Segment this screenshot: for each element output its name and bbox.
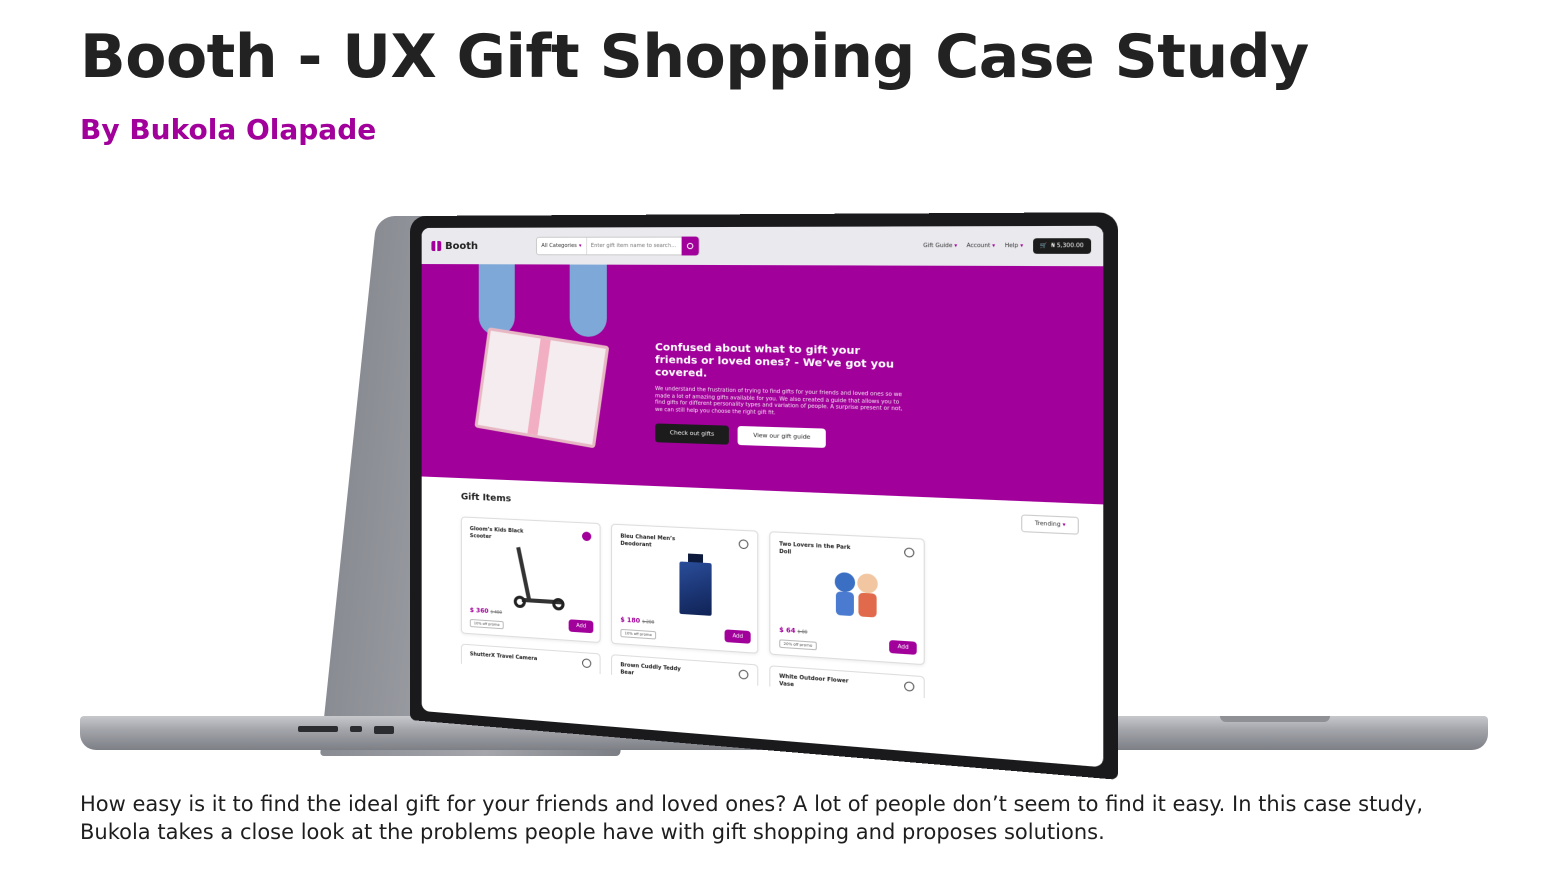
cart-icon: 🛒 (1040, 243, 1047, 250)
promo-badge: 20% off promo (779, 639, 817, 650)
current-price: $ 64 (779, 626, 795, 635)
hero-headline: Confused about what to gift your friends… (655, 342, 909, 385)
author-byline: By Bukola Olapade (80, 113, 376, 146)
page-title: Booth - UX Gift Shopping Case Study (80, 22, 1309, 92)
old-price: $ 80 (798, 629, 808, 635)
product-name: Gloom’s Kids Black Scooter (470, 526, 540, 543)
hero-actions: Check out gifts View our gift guide (655, 423, 909, 450)
heart-icon[interactable] (904, 547, 914, 557)
category-select-label: All Categories (541, 243, 577, 249)
search-input[interactable] (587, 243, 681, 249)
search-bar: All Categories ▾ (536, 237, 699, 256)
product-name: Brown Cuddly Teddy Bear (620, 662, 694, 681)
logo-text: Booth (445, 240, 478, 251)
camera-notch (714, 214, 773, 225)
gift-items-section: Gift Items Trending Gloom’s Kids Black S… (422, 476, 1104, 711)
doll-image (826, 559, 892, 636)
cart-total: ₦ 5,300.00 (1051, 243, 1084, 250)
hero-banner: Confused about what to gift your friends… (422, 264, 1104, 504)
nav-account[interactable]: Account (967, 243, 996, 250)
product-card[interactable]: ShutterX Travel Camera (461, 644, 601, 674)
booth-website-screen: Booth All Categories ▾ Gift Guide Accoun… (422, 226, 1104, 768)
scooter-image (512, 542, 571, 615)
laptop-mockup: Booth All Categories ▾ Gift Guide Accoun… (80, 210, 1490, 750)
nav-gift-guide[interactable]: Gift Guide (923, 243, 957, 250)
search-button[interactable] (681, 237, 698, 256)
chevron-down-icon: ▾ (579, 243, 582, 249)
current-price: $ 180 (620, 616, 640, 625)
product-card[interactable]: Bleu Chanel Men’s Deodorant $ 180 $ 200 1… (611, 524, 758, 654)
nav-links: Gift Guide Account Help 🛒 ₦ 5,300.00 (923, 238, 1091, 254)
product-price: $ 180 $ 200 (620, 616, 654, 625)
cart-button[interactable]: 🛒 ₦ 5,300.00 (1033, 238, 1091, 254)
category-select[interactable]: All Categories ▾ (537, 238, 586, 255)
gift-box-photo (469, 264, 622, 484)
product-card[interactable]: Two Lovers in the Park Doll $ 64 $ 80 20%… (769, 531, 925, 665)
heart-icon[interactable] (582, 658, 591, 668)
product-card[interactable]: White Outdoor Flower Vase (769, 665, 925, 698)
promo-badge: 10% off promo (470, 619, 504, 629)
product-name: Two Lovers in the Park Doll (779, 541, 857, 559)
product-name: Bleu Chanel Men’s Deodorant (620, 533, 694, 550)
sort-select[interactable]: Trending (1022, 514, 1079, 534)
current-price: $ 360 (470, 607, 489, 615)
search-icon (686, 243, 692, 249)
heart-icon[interactable] (739, 539, 749, 549)
product-price: $ 64 $ 80 (779, 626, 807, 635)
product-name: White Outdoor Flower Vase (779, 673, 857, 693)
heart-icon[interactable] (904, 681, 914, 692)
case-study-description: How easy is it to find the ideal gift fo… (80, 790, 1480, 846)
product-card[interactable]: Brown Cuddly Teddy Bear (611, 654, 758, 686)
check-out-gifts-button[interactable]: Check out gifts (655, 423, 729, 444)
add-to-cart-button[interactable]: Add (890, 640, 917, 655)
perfume-image (665, 550, 727, 625)
product-card[interactable]: Gloom’s Kids Black Scooter $ 360 $ 400 10… (461, 516, 601, 643)
site-navbar: Booth All Categories ▾ Gift Guide Accoun… (422, 226, 1104, 266)
product-price: $ 360 $ 400 (470, 607, 502, 616)
nav-help[interactable]: Help (1005, 243, 1023, 250)
hero-body: We understand the frustration of trying … (655, 386, 909, 420)
add-to-cart-button[interactable]: Add (725, 629, 751, 643)
add-to-cart-button[interactable]: Add (569, 619, 593, 633)
hero-copy: Confused about what to gift your friends… (655, 342, 909, 451)
product-name: ShutterX Travel Camera (470, 651, 540, 663)
booth-logo[interactable]: Booth (431, 240, 478, 251)
promo-badge: 10% off promo (620, 629, 656, 640)
heart-icon[interactable] (739, 669, 749, 679)
view-gift-guide-button[interactable]: View our gift guide (738, 426, 826, 448)
laptop-screen-frame: Booth All Categories ▾ Gift Guide Accoun… (410, 212, 1118, 780)
old-price: $ 200 (642, 619, 654, 625)
heart-icon[interactable] (582, 531, 591, 541)
old-price: $ 400 (491, 609, 502, 615)
gift-icon (431, 241, 441, 251)
